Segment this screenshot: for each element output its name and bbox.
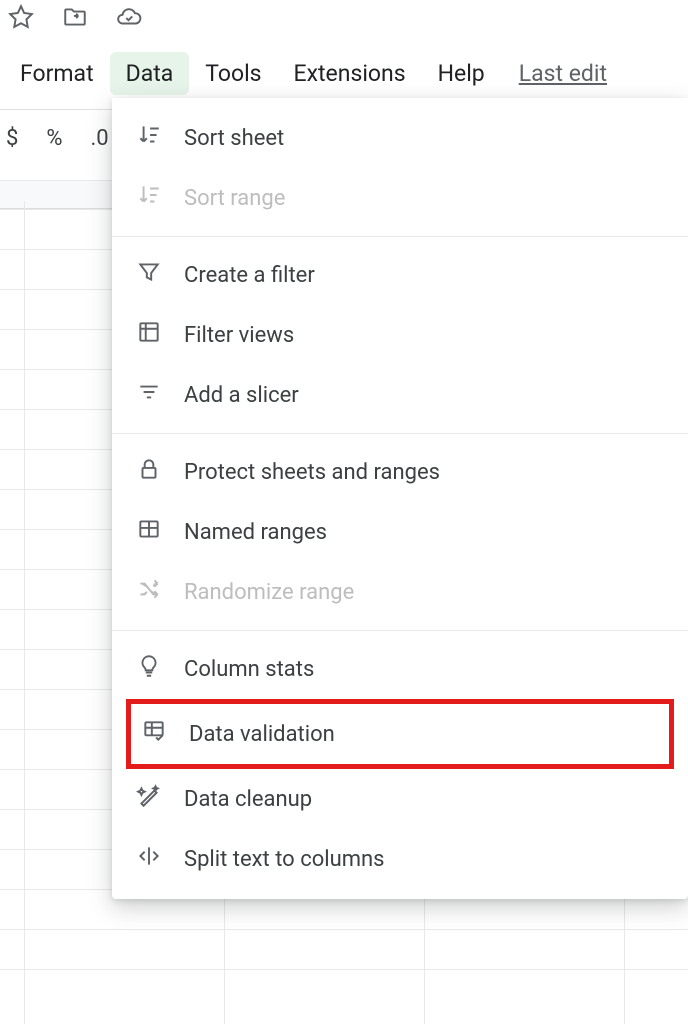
decrease-decimal-button[interactable]: .0 bbox=[91, 126, 109, 151]
protect-label: Protect sheets and ranges bbox=[184, 460, 440, 485]
randomize-item: Randomize range bbox=[112, 562, 688, 622]
menu-format[interactable]: Format bbox=[4, 52, 110, 95]
split-text-label: Split text to columns bbox=[184, 847, 385, 872]
star-icon[interactable] bbox=[8, 4, 34, 34]
add-slicer-label: Add a slicer bbox=[184, 383, 299, 408]
data-menu-dropdown: Sort sheet Sort range Create a filter Fi… bbox=[112, 98, 688, 899]
menu-data[interactable]: Data bbox=[110, 52, 190, 95]
percent-button[interactable]: % bbox=[46, 126, 62, 151]
randomize-label: Randomize range bbox=[184, 580, 354, 605]
add-slicer-item[interactable]: Add a slicer bbox=[112, 365, 688, 425]
create-filter-item[interactable]: Create a filter bbox=[112, 245, 688, 305]
currency-button[interactable]: $ bbox=[6, 126, 18, 151]
wand-icon bbox=[136, 783, 162, 815]
sort-sheet-label: Sort sheet bbox=[184, 126, 284, 151]
menu-tools[interactable]: Tools bbox=[189, 52, 277, 95]
last-edit-link[interactable]: Last edit bbox=[519, 60, 607, 87]
menu-extensions[interactable]: Extensions bbox=[278, 52, 422, 95]
filter-views-label: Filter views bbox=[184, 323, 294, 348]
filter-views-item[interactable]: Filter views bbox=[112, 305, 688, 365]
sort-sheet-item[interactable]: Sort sheet bbox=[112, 108, 688, 168]
slicer-icon bbox=[136, 379, 162, 411]
data-validation-item[interactable]: Data validation bbox=[131, 704, 669, 764]
named-ranges-item[interactable]: Named ranges bbox=[112, 502, 688, 562]
shuffle-icon bbox=[136, 576, 162, 608]
sort-range-item: Sort range bbox=[112, 168, 688, 228]
sort-range-icon bbox=[136, 182, 162, 214]
column-stats-item[interactable]: Column stats bbox=[112, 639, 688, 699]
lightbulb-icon bbox=[136, 653, 162, 685]
column-stats-label: Column stats bbox=[184, 657, 314, 682]
filter-views-icon bbox=[136, 319, 162, 351]
split-text-item[interactable]: Split text to columns bbox=[112, 829, 688, 889]
data-validation-label: Data validation bbox=[189, 722, 335, 747]
cloud-check-icon[interactable] bbox=[116, 4, 142, 34]
lock-icon bbox=[136, 456, 162, 488]
named-ranges-icon bbox=[136, 516, 162, 548]
menu-help[interactable]: Help bbox=[422, 52, 501, 95]
move-folder-icon[interactable] bbox=[62, 4, 88, 34]
filter-icon bbox=[136, 259, 162, 291]
sort-range-label: Sort range bbox=[184, 186, 285, 211]
data-validation-icon bbox=[141, 718, 167, 750]
protect-item[interactable]: Protect sheets and ranges bbox=[112, 442, 688, 502]
data-cleanup-label: Data cleanup bbox=[184, 787, 312, 812]
named-ranges-label: Named ranges bbox=[184, 520, 327, 545]
sort-sheet-icon bbox=[136, 122, 162, 154]
split-icon bbox=[136, 843, 162, 875]
data-cleanup-item[interactable]: Data cleanup bbox=[112, 769, 688, 829]
create-filter-label: Create a filter bbox=[184, 263, 315, 288]
highlight-data-validation: Data validation bbox=[126, 699, 674, 769]
